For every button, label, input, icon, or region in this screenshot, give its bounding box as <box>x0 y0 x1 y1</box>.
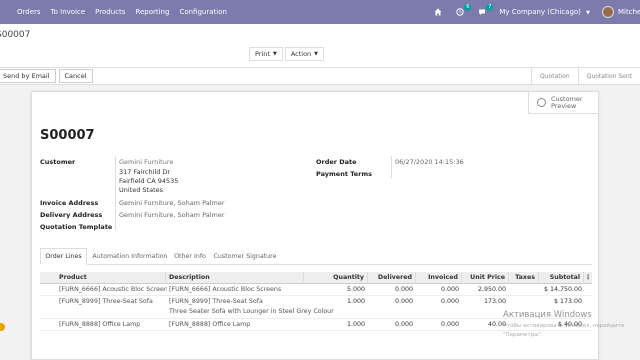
windows-activation-text-2: "Параметры". <box>503 332 543 338</box>
row-description-line2[interactable]: Three Seater Sofa with Lounger in Steel … <box>169 308 334 315</box>
row-delivered[interactable]: 0.000 <box>368 284 413 296</box>
row-delivered[interactable]: 0.000 <box>368 296 413 308</box>
row-unit-price[interactable]: 173.00 <box>462 296 506 308</box>
field-separator <box>391 156 392 178</box>
order-date-label: Order Date <box>316 158 357 166</box>
row-description[interactable]: [FURN_8999] Three-Seat Sofa <box>169 296 304 308</box>
customer-street: 317 Fairchild Dr <box>119 168 171 176</box>
breadcrumb: S00007 <box>0 30 31 40</box>
action-button[interactable]: Action ▼ <box>284 47 325 61</box>
col-description-header[interactable]: Description <box>166 272 304 284</box>
row-invoiced[interactable]: 0.000 <box>416 284 459 296</box>
tab-customer-signature[interactable]: Customer Signature <box>210 248 280 265</box>
menu-orders[interactable]: Orders <box>17 8 41 16</box>
row-description[interactable]: [FURN_8888] Office Lamp <box>169 319 304 331</box>
home-icon[interactable] <box>433 7 443 17</box>
avatar[interactable] <box>602 6 614 18</box>
cancel-button[interactable]: Cancel <box>58 69 93 83</box>
row-invoiced[interactable]: 0.000 <box>416 319 459 331</box>
row-taxes[interactable] <box>509 296 536 308</box>
stage-quotation-sent[interactable]: Quotation Sent <box>577 68 640 85</box>
chevron-down-icon: ▼ <box>586 10 590 16</box>
row-handle-header <box>40 272 52 284</box>
status-bar: Send by Email Cancel Quotation Quotation… <box>0 68 640 85</box>
windows-activation-text: Чтобы активировать Windows, перейдите <box>503 323 625 329</box>
main-menu: Orders To Invoice Products Reporting Con… <box>12 8 232 16</box>
menu-products[interactable]: Products <box>95 8 125 16</box>
messages-icon[interactable]: 7 <box>477 4 494 17</box>
row-product[interactable]: [FURN_8888] Office Lamp <box>59 319 167 331</box>
activity-icon[interactable]: 6 <box>455 4 472 17</box>
row-subtotal: $ 14,750.00 <box>543 286 582 293</box>
col-taxes-header[interactable]: Taxes <box>509 272 539 284</box>
delivery-address-field[interactable]: Gemini Furniture, Soham Palmer <box>119 211 225 219</box>
side-tab-handle[interactable] <box>0 323 5 331</box>
activity-count-badge: 6 <box>464 4 472 11</box>
tab-automation-information[interactable]: Automation Information <box>90 248 170 265</box>
menu-reporting[interactable]: Reporting <box>135 8 169 16</box>
chevron-down-icon: ▼ <box>272 51 277 57</box>
top-navbar: Orders To Invoice Products Reporting Con… <box>0 0 640 24</box>
invoice-address-field[interactable]: Gemini Furniture, Soham Palmer <box>119 199 225 207</box>
row-quantity[interactable]: 1.000 <box>304 319 365 331</box>
col-delivered-header[interactable]: Delivered <box>368 272 416 284</box>
field-separator <box>115 156 116 230</box>
payment-terms-label: Payment Terms <box>316 170 373 178</box>
customer-city: Fairfield CA 94535 <box>119 177 179 185</box>
row-description[interactable]: [FURN_6666] Acoustic Bloc Screens <box>169 284 304 296</box>
customer-preview-button[interactable]: Customer Preview <box>528 92 598 114</box>
messages-count-badge: 7 <box>486 4 494 11</box>
row-delivered[interactable]: 0.000 <box>368 319 413 331</box>
column-options-icon[interactable]: ⋮ <box>585 272 592 284</box>
col-product-header[interactable]: Product <box>52 272 166 284</box>
row-taxes[interactable] <box>509 284 536 296</box>
row-quantity[interactable]: 5.000 <box>304 284 365 296</box>
row-product[interactable]: [FURN_6666] Acoustic Bloc Screens <box>59 284 167 296</box>
globe-icon <box>537 98 546 107</box>
table-header-row: Product Description Quantity Delivered I… <box>40 272 592 284</box>
row-subtotal: $ 173.00 <box>553 298 582 305</box>
customer-label: Customer <box>40 158 76 166</box>
action-label: Action <box>290 50 312 58</box>
menu-configuration[interactable]: Configuration <box>179 8 226 16</box>
col-quantity-header[interactable]: Quantity <box>304 272 368 284</box>
notebook-tabs: Order Lines Automation Information Other… <box>40 248 592 265</box>
stage-quotation[interactable]: Quotation <box>531 68 578 85</box>
company-switcher[interactable]: My Company (Chicago) ▼ <box>499 8 590 16</box>
stage-pipeline: Quotation Quotation Sent <box>531 68 640 85</box>
col-subtotal-header[interactable]: Subtotal <box>539 272 584 284</box>
row-product[interactable]: [FURN_8999] Three-Seat Sofa <box>59 296 167 308</box>
order-date-field[interactable]: 06/27/2020 14:15:36 <box>395 158 464 166</box>
preview-label-line2: Preview <box>551 101 577 110</box>
customer-name-link[interactable]: Gemini Furniture <box>119 158 173 166</box>
menu-to-invoice[interactable]: To Invoice <box>51 8 86 16</box>
row-invoiced[interactable]: 0.000 <box>416 296 459 308</box>
row-quantity[interactable]: 1.000 <box>304 296 365 308</box>
control-panel: S00007 Print▼ Action▼ <box>0 24 640 68</box>
windows-activation-title: Активация Windows <box>503 310 592 320</box>
delivery-address-label: Delivery Address <box>40 211 103 219</box>
user-name[interactable]: Mitchell A <box>618 8 640 16</box>
print-label: Print <box>255 50 270 58</box>
send-by-email-button[interactable]: Send by Email <box>0 69 56 83</box>
col-unit-price-header[interactable]: Unit Price <box>462 272 509 284</box>
page-title: S00007 <box>40 128 95 143</box>
customer-country: United States <box>119 186 164 194</box>
quotation-template-label: Quotation Template <box>40 223 113 231</box>
company-name: My Company (Chicago) <box>499 8 581 16</box>
table-row[interactable]: [FURN_6666] Acoustic Bloc Screens [FURN_… <box>40 284 592 296</box>
navbar-systray: 6 7 My Company (Chicago) ▼ Mitchell A <box>433 0 640 24</box>
invoice-address-label: Invoice Address <box>40 199 99 207</box>
print-button[interactable]: Print ▼ <box>249 47 283 61</box>
tab-order-lines[interactable]: Order Lines <box>40 248 87 265</box>
action-buttons: Print ▼ Action ▼ <box>249 47 326 61</box>
chevron-down-icon: ▼ <box>314 51 319 57</box>
row-unit-price[interactable]: 40.00 <box>462 319 506 331</box>
row-unit-price[interactable]: 2,950.00 <box>462 284 506 296</box>
tab-other-info[interactable]: Other Info <box>172 248 208 265</box>
col-invoiced-header[interactable]: Invoiced <box>416 272 462 284</box>
